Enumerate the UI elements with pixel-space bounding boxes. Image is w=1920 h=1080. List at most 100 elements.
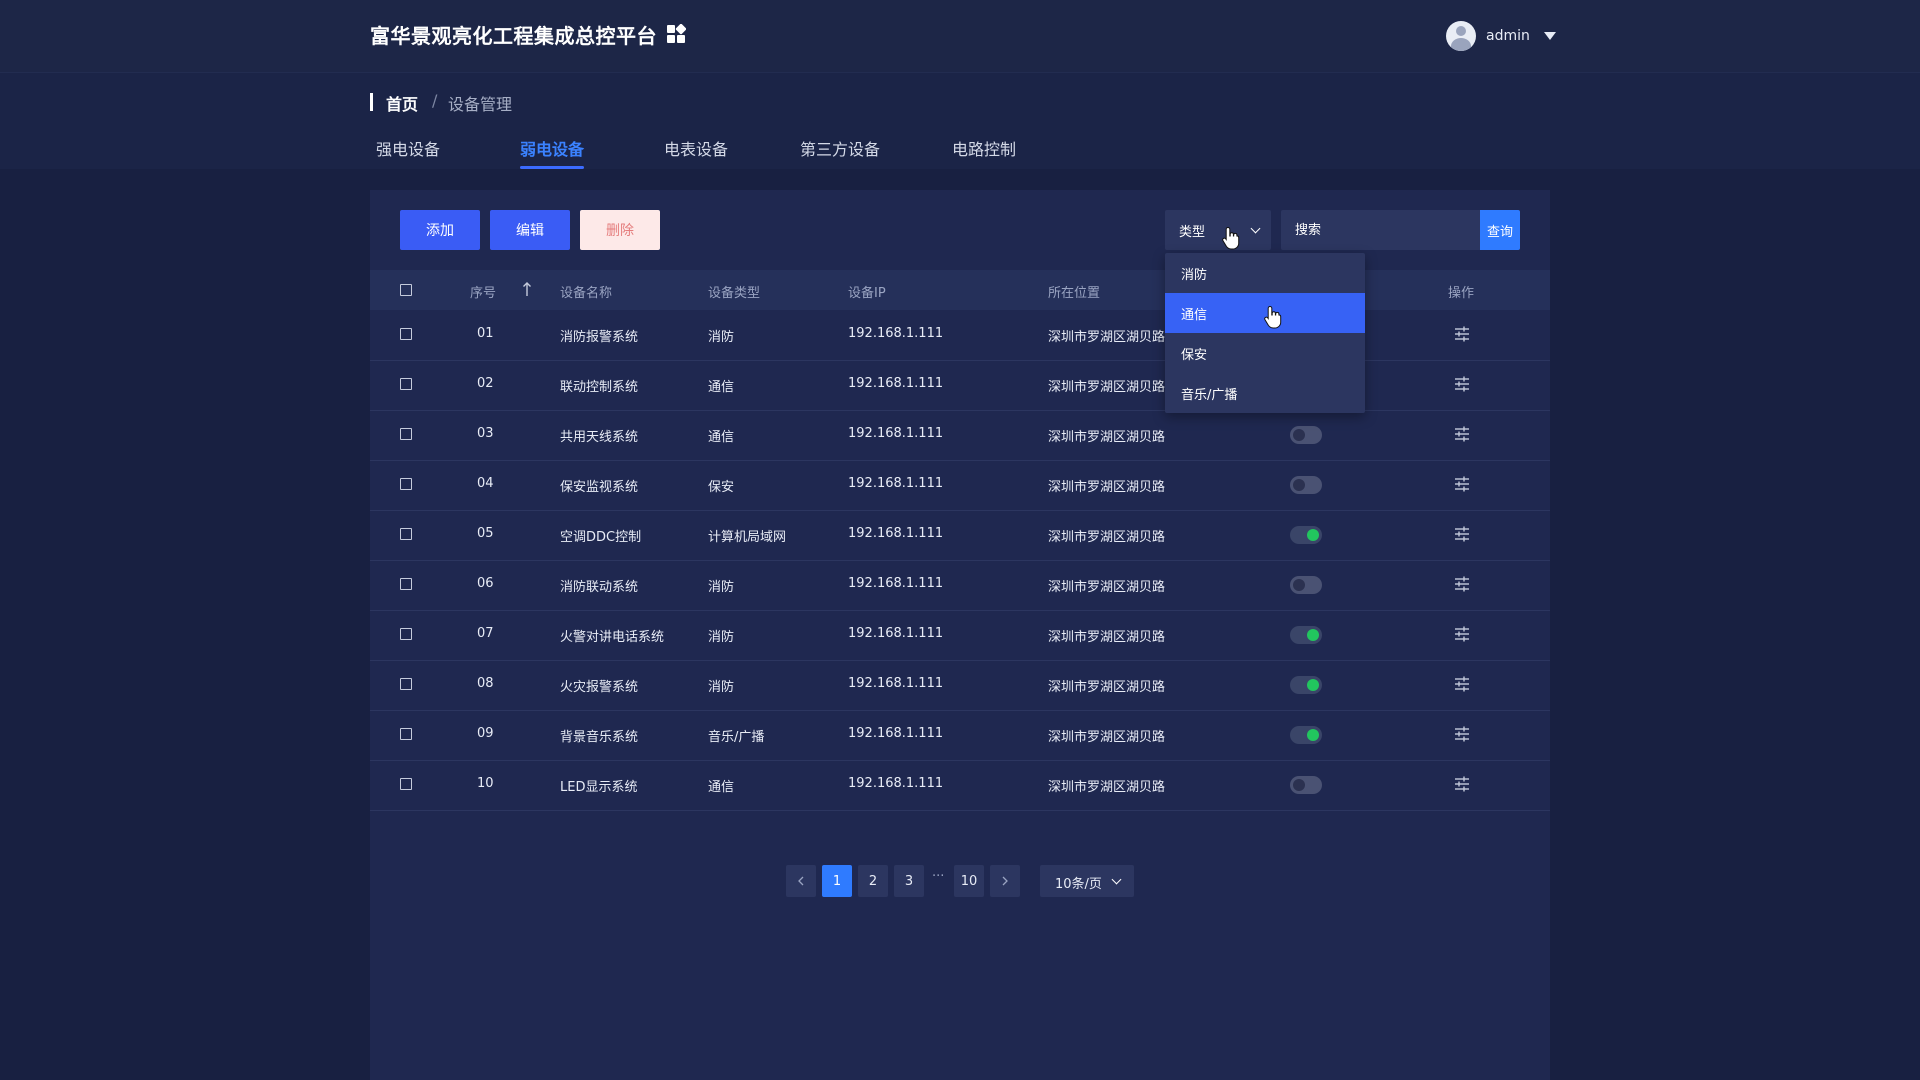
cell-device-type: 消防 — [708, 680, 735, 695]
chevron-down-icon — [1250, 223, 1261, 234]
status-toggle[interactable] — [1290, 526, 1322, 544]
row-checkbox[interactable] — [400, 378, 412, 390]
table-row[interactable]: 10 LED显示系统 通信 192.168.1.111 深圳市罗湖区湖贝路 — [370, 760, 1550, 811]
chevron-left-icon — [798, 876, 804, 886]
user-menu[interactable]: admin — [1446, 20, 1556, 52]
cell-device-ip: 192.168.1.111 — [848, 476, 944, 491]
cell-device-name: 消防报警系统 — [560, 330, 639, 345]
toggle-knob — [1307, 629, 1319, 641]
top-bar: 富华景观亮化工程集成总控平台 admin — [0, 0, 1920, 73]
table-row[interactable]: 07 火警对讲电话系统 消防 192.168.1.111 深圳市罗湖区湖贝路 — [370, 610, 1550, 661]
settings-sliders-icon[interactable] — [1453, 775, 1471, 793]
table-row[interactable]: 05 空调DDC控制 计算机局域网 192.168.1.111 深圳市罗湖区湖贝路 — [370, 510, 1550, 561]
settings-sliders-icon[interactable] — [1453, 325, 1471, 343]
row-checkbox[interactable] — [400, 628, 412, 640]
row-checkbox[interactable] — [400, 328, 412, 340]
cell-index: 01 — [477, 326, 494, 341]
tab-meter[interactable]: 电表设备 — [664, 136, 728, 160]
tab-circuit-control[interactable]: 电路控制 — [952, 136, 1016, 160]
page-button-3[interactable]: 3 — [894, 865, 924, 897]
cell-device-type: 消防 — [708, 630, 735, 645]
cell-device-type: 通信 — [708, 380, 735, 395]
type-option-security[interactable]: 保安 — [1165, 333, 1365, 373]
cell-location: 深圳市罗湖区湖贝路 — [1048, 330, 1166, 345]
cell-index: 04 — [477, 476, 494, 491]
query-button[interactable]: 查询 — [1480, 210, 1520, 250]
table-row[interactable]: 09 背景音乐系统 音乐/广播 192.168.1.111 深圳市罗湖区湖贝路 — [370, 710, 1550, 761]
cell-device-ip: 192.168.1.111 — [848, 626, 944, 641]
settings-sliders-icon[interactable] — [1453, 575, 1471, 593]
cell-device-name: 消防联动系统 — [560, 580, 639, 595]
status-toggle[interactable] — [1290, 776, 1322, 794]
page-size-select[interactable]: 10条/页 — [1040, 865, 1134, 897]
settings-sliders-icon[interactable] — [1453, 525, 1471, 543]
cell-device-name: 共用天线系统 — [560, 430, 639, 445]
next-page-button[interactable] — [990, 865, 1020, 897]
cell-device-type: 音乐/广播 — [708, 730, 765, 745]
type-option-music-broadcast[interactable]: 音乐/广播 — [1165, 373, 1365, 413]
select-all-checkbox[interactable] — [400, 284, 412, 296]
search-input[interactable] — [1281, 210, 1481, 250]
prev-page-button[interactable] — [786, 865, 816, 897]
page-button-last[interactable]: 10 — [954, 865, 984, 897]
delete-button[interactable]: 删除 — [580, 210, 660, 250]
cell-device-ip: 192.168.1.111 — [848, 526, 944, 541]
settings-sliders-icon[interactable] — [1453, 725, 1471, 743]
status-toggle[interactable] — [1290, 476, 1322, 494]
status-toggle[interactable] — [1290, 726, 1322, 744]
settings-sliders-icon[interactable] — [1453, 375, 1471, 393]
cell-location: 深圳市罗湖区湖贝路 — [1048, 680, 1166, 695]
table-row[interactable]: 06 消防联动系统 消防 192.168.1.111 深圳市罗湖区湖贝路 — [370, 560, 1550, 611]
status-toggle[interactable] — [1290, 626, 1322, 644]
row-checkbox[interactable] — [400, 728, 412, 740]
status-toggle[interactable] — [1290, 426, 1322, 444]
toggle-knob — [1293, 579, 1305, 591]
cell-location: 深圳市罗湖区湖贝路 — [1048, 380, 1166, 395]
username[interactable]: admin — [1486, 28, 1530, 44]
toggle-knob — [1293, 479, 1305, 491]
page-button-1[interactable]: 1 — [822, 865, 852, 897]
sort-ascending-icon[interactable] — [522, 281, 532, 297]
toggle-knob — [1293, 779, 1305, 791]
type-option-communication[interactable]: 通信 — [1165, 293, 1365, 333]
cell-location: 深圳市罗湖区湖贝路 — [1048, 480, 1166, 495]
cell-location: 深圳市罗湖区湖贝路 — [1048, 730, 1166, 745]
tab-strong-current[interactable]: 强电设备 — [376, 136, 440, 160]
cell-device-type: 通信 — [708, 780, 735, 795]
table-row[interactable]: 01 消防报警系统 消防 192.168.1.111 深圳市罗湖区湖贝路 — [370, 310, 1550, 361]
edit-button[interactable]: 编辑 — [490, 210, 570, 250]
settings-sliders-icon[interactable] — [1453, 625, 1471, 643]
cell-device-ip: 192.168.1.111 — [848, 376, 944, 391]
breadcrumb-home[interactable]: 首页 — [386, 91, 418, 115]
row-checkbox[interactable] — [400, 528, 412, 540]
table-row[interactable]: 04 保安监视系统 保安 192.168.1.111 深圳市罗湖区湖贝路 — [370, 460, 1550, 511]
breadcrumb-separator: / — [432, 91, 438, 110]
row-checkbox[interactable] — [400, 428, 412, 440]
row-checkbox[interactable] — [400, 778, 412, 790]
table-row[interactable]: 03 共用天线系统 通信 192.168.1.111 深圳市罗湖区湖贝路 — [370, 410, 1550, 461]
cell-device-ip: 192.168.1.111 — [848, 776, 944, 791]
row-checkbox[interactable] — [400, 478, 412, 490]
settings-sliders-icon[interactable] — [1453, 425, 1471, 443]
settings-sliders-icon[interactable] — [1453, 675, 1471, 693]
type-select[interactable]: 类型 — [1165, 210, 1271, 250]
table-row[interactable]: 08 火灾报警系统 消防 192.168.1.111 深圳市罗湖区湖贝路 — [370, 660, 1550, 711]
tab-weak-current[interactable]: 弱电设备 — [520, 136, 585, 169]
settings-sliders-icon[interactable] — [1453, 475, 1471, 493]
status-toggle[interactable] — [1290, 576, 1322, 594]
row-checkbox[interactable] — [400, 678, 412, 690]
page-ellipsis[interactable]: ··· — [932, 869, 944, 884]
caret-down-icon[interactable] — [1543, 32, 1556, 40]
column-header-index[interactable]: 序号 — [470, 282, 496, 301]
status-toggle[interactable] — [1290, 676, 1322, 694]
type-dropdown-menu: 消防 通信 保安 音乐/广播 — [1165, 253, 1365, 413]
table-row[interactable]: 02 联动控制系统 通信 192.168.1.111 深圳市罗湖区湖贝路 — [370, 360, 1550, 411]
row-checkbox[interactable] — [400, 578, 412, 590]
add-button[interactable]: 添加 — [400, 210, 480, 250]
app-grid-icon[interactable] — [666, 24, 686, 44]
tab-third-party[interactable]: 第三方设备 — [800, 136, 880, 160]
type-option-fire[interactable]: 消防 — [1165, 253, 1365, 293]
page-button-2[interactable]: 2 — [858, 865, 888, 897]
cell-location: 深圳市罗湖区湖贝路 — [1048, 580, 1166, 595]
avatar[interactable] — [1446, 21, 1476, 51]
